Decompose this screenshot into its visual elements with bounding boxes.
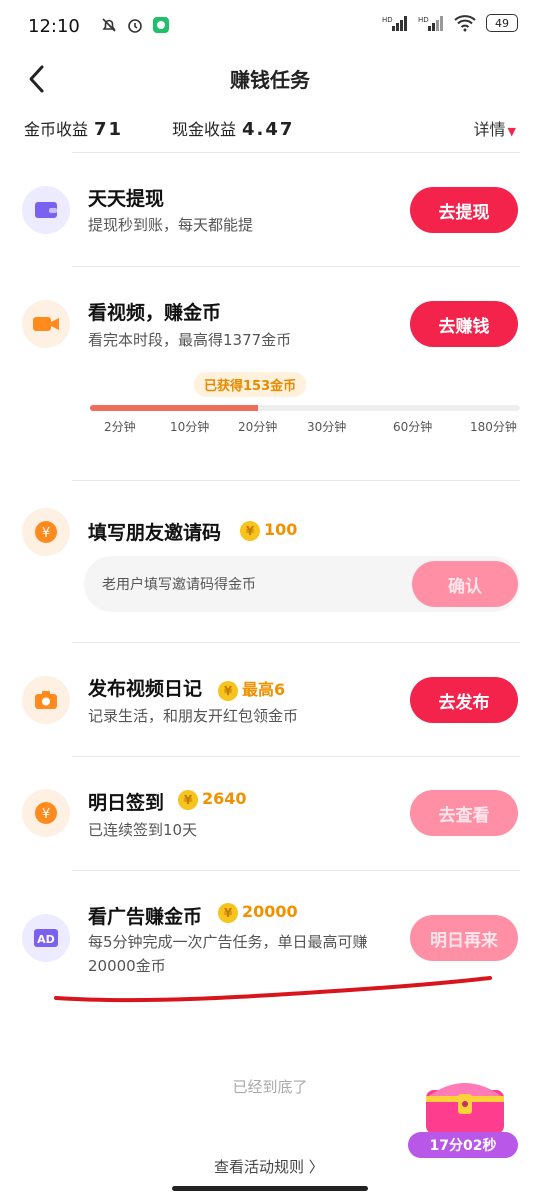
countdown-timer: 17分02秒	[408, 1132, 518, 1158]
svg-text:¥: ¥	[42, 526, 50, 541]
coin-icon: ¥	[218, 680, 238, 701]
task-diary-desc: 记录生活，和朋友开红包领金币	[88, 707, 299, 725]
coin-earnings-label: 金币收益	[24, 120, 89, 139]
divider	[72, 870, 520, 871]
home-indicator	[172, 1186, 368, 1191]
detail-link[interactable]: 详情 ▼	[474, 116, 516, 140]
diary-reward: ¥ 最高6	[218, 676, 285, 701]
svg-text:¥: ¥	[42, 807, 50, 822]
coin-earnings-value: 71	[94, 119, 124, 140]
view-button[interactable]: 去查看	[410, 790, 518, 836]
cash-earnings: 现金收益 4.47	[172, 116, 294, 140]
tick-label: 180分钟	[470, 420, 517, 434]
divider	[72, 152, 520, 153]
mute-bell-icon	[102, 18, 116, 32]
coin-icon: ¥	[178, 789, 198, 810]
nav-bar: 赚钱任务	[0, 56, 540, 100]
divider	[72, 642, 520, 643]
coin-icon: ¥	[218, 902, 238, 923]
task-video-desc: 看完本时段，最高得1377金币	[88, 331, 292, 349]
svg-text:HD: HD	[418, 16, 429, 24]
ad-icon-text: AD	[37, 933, 55, 946]
signal-hd-icon: HD	[382, 16, 407, 31]
video-camera-icon	[22, 300, 70, 348]
signin-reward: ¥2640	[178, 789, 247, 810]
detail-label: 详情	[473, 120, 506, 139]
cash-earnings-value: 4.47	[242, 119, 295, 140]
alarm-icon	[128, 19, 142, 33]
status-bar: 12:10 HD HD 49	[0, 0, 540, 56]
divider	[72, 480, 520, 481]
chevron-down-icon: ▼	[507, 125, 516, 138]
task-withdraw-title: 天天提现	[88, 188, 165, 210]
camera-icon	[22, 676, 70, 724]
tick-label: 60分钟	[393, 420, 433, 434]
invite-reward-value: 100	[264, 520, 298, 539]
wallet-icon	[22, 186, 70, 234]
red-underline-annotation	[54, 976, 492, 1003]
progress-ticks: 2分钟 10分钟 20分钟 30分钟 60分钟 180分钟	[0, 418, 540, 438]
divider	[72, 266, 520, 267]
publish-button[interactable]: 去发布	[410, 677, 518, 723]
battery-icon: 49	[486, 14, 518, 32]
video-progress-bar	[90, 405, 520, 411]
task-withdraw-desc: 提现秒到账，每天都能提	[88, 216, 254, 234]
earn-button[interactable]: 去赚钱	[410, 301, 518, 347]
status-left-icons	[100, 16, 170, 34]
activity-rules-link[interactable]: 查看活动规则 〉	[214, 1156, 324, 1177]
invite-code-placeholder: 老用户填写邀请码得金币	[102, 577, 256, 593]
svg-text:HD: HD	[382, 16, 393, 24]
ads-reward-value: 20000	[242, 902, 298, 921]
divider	[72, 756, 520, 757]
confirm-button[interactable]: 确认	[412, 561, 518, 607]
tick-label: 20分钟	[238, 420, 278, 434]
video-progress-fill	[90, 405, 258, 411]
signal-hd-icon-2: HD	[418, 16, 443, 31]
task-invite-title: 填写朋友邀请码	[88, 522, 222, 544]
task-diary-title: 发布视频日记	[88, 678, 203, 700]
withdraw-button[interactable]: 去提现	[410, 187, 518, 233]
cash-earnings-label: 现金收益	[172, 120, 237, 139]
tick-label: 30分钟	[307, 420, 347, 434]
task-signin-desc: 已连续签到10天	[88, 821, 198, 839]
earnings-summary: 金币收益 71 现金收益 4.47 详情 ▼	[24, 116, 520, 140]
status-time: 12:10	[28, 16, 80, 37]
task-signin-title: 明日签到	[88, 792, 165, 814]
tick-label: 2分钟	[104, 420, 136, 434]
wifi-icon	[454, 15, 476, 32]
tick-label: 10分钟	[170, 420, 210, 434]
earned-coins-badge: 已获得153金币	[194, 372, 307, 397]
yuan-coin-icon: ¥	[22, 789, 70, 837]
coin-earnings: 金币收益 71	[24, 116, 123, 140]
yuan-coin-icon: ¥	[22, 508, 70, 556]
signin-reward-value: 2640	[202, 789, 247, 808]
come-back-tomorrow-button[interactable]: 明日再来	[410, 915, 518, 961]
ad-icon: AD	[22, 914, 70, 962]
page-title: 赚钱任务	[230, 68, 310, 92]
diary-reward-value: 最高6	[242, 680, 286, 699]
app-notify-icon	[153, 17, 169, 33]
ads-reward: ¥20000	[218, 902, 298, 923]
status-right-icons: HD HD 49	[382, 14, 518, 32]
coin-icon: ¥	[240, 520, 260, 541]
task-video-title: 看视频，赚金币	[88, 302, 222, 324]
invite-reward: ¥100	[240, 520, 297, 541]
task-ads-title: 看广告赚金币	[88, 906, 203, 928]
